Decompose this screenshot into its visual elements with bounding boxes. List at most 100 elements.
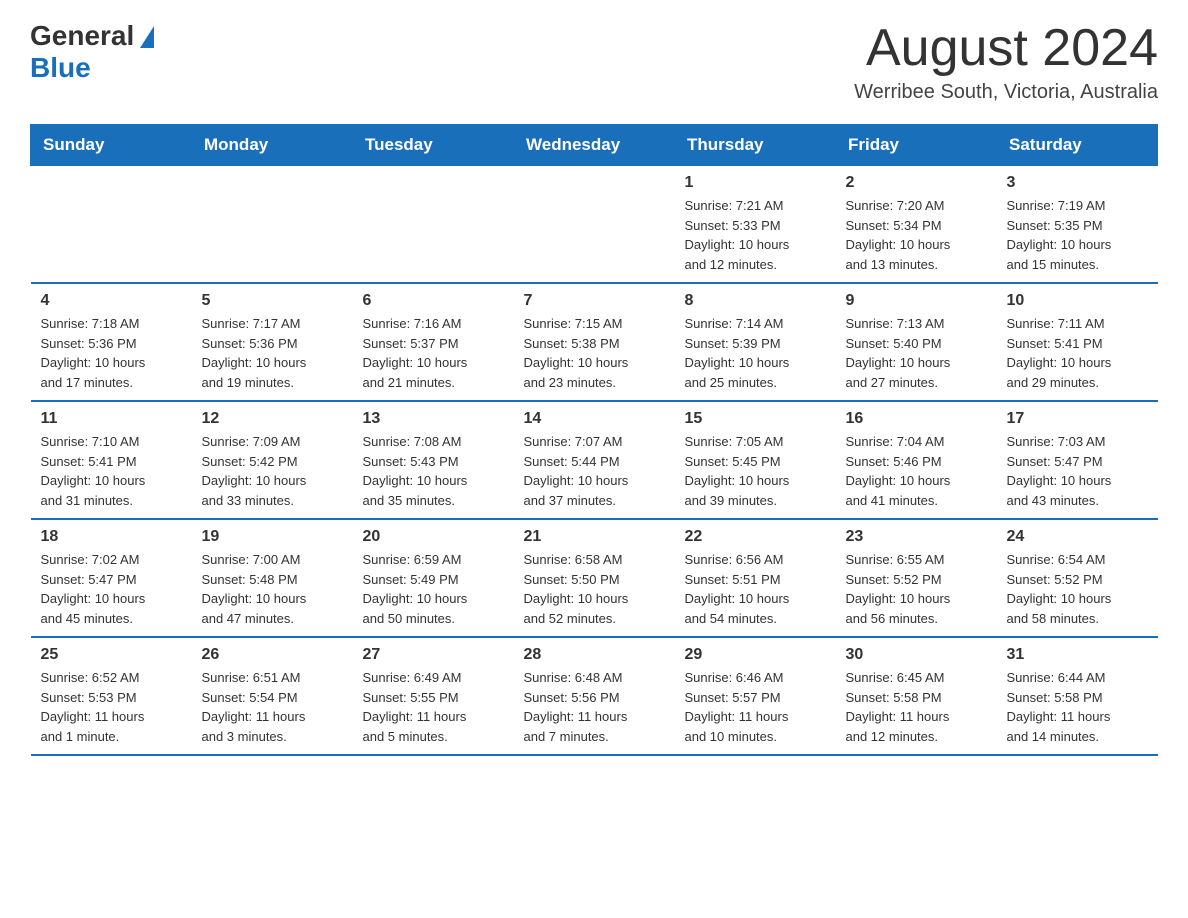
- weekday-header-monday: Monday: [192, 125, 353, 166]
- day-number: 18: [41, 528, 182, 546]
- day-info: Sunrise: 7:17 AM Sunset: 5:36 PM Dayligh…: [202, 314, 343, 392]
- day-info: Sunrise: 6:48 AM Sunset: 5:56 PM Dayligh…: [524, 668, 665, 746]
- calendar-cell: 19 Sunrise: 7:00 AM Sunset: 5:48 PM Dayli…: [192, 519, 353, 637]
- weekday-header-friday: Friday: [836, 125, 997, 166]
- weekday-header-tuesday: Tuesday: [353, 125, 514, 166]
- day-info: Sunrise: 7:15 AM Sunset: 5:38 PM Dayligh…: [524, 314, 665, 392]
- weekday-header-thursday: Thursday: [675, 125, 836, 166]
- calendar-cell: 12Sunrise: 7:09 AM Sunset: 5:42 PM Dayli…: [192, 401, 353, 519]
- month-title: August 2024: [854, 20, 1158, 77]
- day-number: 13: [363, 410, 504, 428]
- calendar-cell: 29 Sunrise: 6:46 AM Sunset: 5:57 PM Dayli…: [675, 637, 836, 755]
- day-info: Sunrise: 6:49 AM Sunset: 5:55 PM Dayligh…: [363, 668, 504, 746]
- logo-general-text: General: [30, 20, 134, 52]
- day-number: 16: [846, 410, 987, 428]
- day-number: 2: [846, 174, 987, 192]
- calendar-cell: 22Sunrise: 6:56 AM Sunset: 5:51 PM Dayli…: [675, 519, 836, 637]
- day-number: 27: [363, 646, 504, 664]
- calendar-cell: 6 Sunrise: 7:16 AM Sunset: 5:37 PM Daylig…: [353, 283, 514, 401]
- calendar-cell: 15Sunrise: 7:05 AM Sunset: 5:45 PM Dayli…: [675, 401, 836, 519]
- day-number: 19: [202, 528, 343, 546]
- calendar-cell: 8 Sunrise: 7:14 AM Sunset: 5:39 PM Daylig…: [675, 283, 836, 401]
- day-number: 14: [524, 410, 665, 428]
- calendar-cell: 4Sunrise: 7:18 AM Sunset: 5:36 PM Daylig…: [31, 283, 192, 401]
- day-info: Sunrise: 7:21 AM Sunset: 5:33 PM Dayligh…: [685, 196, 826, 274]
- calendar-cell: [31, 166, 192, 284]
- calendar-cell: [192, 166, 353, 284]
- calendar-cell: 17 Sunrise: 7:03 AM Sunset: 5:47 PM Dayli…: [997, 401, 1158, 519]
- day-info: Sunrise: 6:55 AM Sunset: 5:52 PM Dayligh…: [846, 550, 987, 628]
- day-info: Sunrise: 7:14 AM Sunset: 5:39 PM Dayligh…: [685, 314, 826, 392]
- day-info: Sunrise: 6:52 AM Sunset: 5:53 PM Dayligh…: [41, 668, 182, 746]
- day-number: 7: [524, 292, 665, 310]
- weekday-header-sunday: Sunday: [31, 125, 192, 166]
- day-number: 8: [685, 292, 826, 310]
- logo: General Blue: [30, 20, 154, 84]
- day-info: Sunrise: 7:10 AM Sunset: 5:41 PM Dayligh…: [41, 432, 182, 510]
- calendar-cell: 26 Sunrise: 6:51 AM Sunset: 5:54 PM Dayli…: [192, 637, 353, 755]
- calendar-cell: 9 Sunrise: 7:13 AM Sunset: 5:40 PM Daylig…: [836, 283, 997, 401]
- day-info: Sunrise: 7:16 AM Sunset: 5:37 PM Dayligh…: [363, 314, 504, 392]
- weekday-header-saturday: Saturday: [997, 125, 1158, 166]
- calendar-body: 1Sunrise: 7:21 AM Sunset: 5:33 PM Daylig…: [31, 166, 1158, 756]
- day-info: Sunrise: 6:58 AM Sunset: 5:50 PM Dayligh…: [524, 550, 665, 628]
- day-info: Sunrise: 7:11 AM Sunset: 5:41 PM Dayligh…: [1007, 314, 1148, 392]
- day-info: Sunrise: 7:20 AM Sunset: 5:34 PM Dayligh…: [846, 196, 987, 274]
- day-number: 20: [363, 528, 504, 546]
- day-number: 29: [685, 646, 826, 664]
- day-number: 10: [1007, 292, 1148, 310]
- day-number: 17: [1007, 410, 1148, 428]
- calendar-week-row: 18 Sunrise: 7:02 AM Sunset: 5:47 PM Dayli…: [31, 519, 1158, 637]
- calendar-cell: 23 Sunrise: 6:55 AM Sunset: 5:52 PM Dayli…: [836, 519, 997, 637]
- calendar-cell: 14 Sunrise: 7:07 AM Sunset: 5:44 PM Dayli…: [514, 401, 675, 519]
- day-number: 21: [524, 528, 665, 546]
- day-number: 24: [1007, 528, 1148, 546]
- calendar-cell: 5 Sunrise: 7:17 AM Sunset: 5:36 PM Daylig…: [192, 283, 353, 401]
- day-info: Sunrise: 7:02 AM Sunset: 5:47 PM Dayligh…: [41, 550, 182, 628]
- day-info: Sunrise: 6:54 AM Sunset: 5:52 PM Dayligh…: [1007, 550, 1148, 628]
- calendar-week-row: 4Sunrise: 7:18 AM Sunset: 5:36 PM Daylig…: [31, 283, 1158, 401]
- calendar-cell: 18 Sunrise: 7:02 AM Sunset: 5:47 PM Dayli…: [31, 519, 192, 637]
- calendar-cell: 11 Sunrise: 7:10 AM Sunset: 5:41 PM Dayli…: [31, 401, 192, 519]
- day-info: Sunrise: 6:59 AM Sunset: 5:49 PM Dayligh…: [363, 550, 504, 628]
- day-number: 30: [846, 646, 987, 664]
- day-number: 26: [202, 646, 343, 664]
- day-number: 9: [846, 292, 987, 310]
- calendar-cell: 7 Sunrise: 7:15 AM Sunset: 5:38 PM Daylig…: [514, 283, 675, 401]
- calendar-cell: 24 Sunrise: 6:54 AM Sunset: 5:52 PM Dayli…: [997, 519, 1158, 637]
- day-info: Sunrise: 7:03 AM Sunset: 5:47 PM Dayligh…: [1007, 432, 1148, 510]
- day-info: Sunrise: 6:46 AM Sunset: 5:57 PM Dayligh…: [685, 668, 826, 746]
- day-number: 28: [524, 646, 665, 664]
- day-info: Sunrise: 7:18 AM Sunset: 5:36 PM Dayligh…: [41, 314, 182, 392]
- calendar-cell: 27 Sunrise: 6:49 AM Sunset: 5:55 PM Dayli…: [353, 637, 514, 755]
- day-info: Sunrise: 7:07 AM Sunset: 5:44 PM Dayligh…: [524, 432, 665, 510]
- calendar-week-row: 25 Sunrise: 6:52 AM Sunset: 5:53 PM Dayli…: [31, 637, 1158, 755]
- day-number: 5: [202, 292, 343, 310]
- calendar-table: SundayMondayTuesdayWednesdayThursdayFrid…: [30, 124, 1158, 756]
- day-number: 12: [202, 410, 343, 428]
- day-number: 25: [41, 646, 182, 664]
- calendar-cell: 25 Sunrise: 6:52 AM Sunset: 5:53 PM Dayli…: [31, 637, 192, 755]
- calendar-cell: 3 Sunrise: 7:19 AM Sunset: 5:35 PM Daylig…: [997, 166, 1158, 284]
- calendar-cell: 1Sunrise: 7:21 AM Sunset: 5:33 PM Daylig…: [675, 166, 836, 284]
- day-info: Sunrise: 7:08 AM Sunset: 5:43 PM Dayligh…: [363, 432, 504, 510]
- day-info: Sunrise: 6:51 AM Sunset: 5:54 PM Dayligh…: [202, 668, 343, 746]
- calendar-week-row: 11 Sunrise: 7:10 AM Sunset: 5:41 PM Dayli…: [31, 401, 1158, 519]
- day-info: Sunrise: 6:44 AM Sunset: 5:58 PM Dayligh…: [1007, 668, 1148, 746]
- day-number: 23: [846, 528, 987, 546]
- calendar-cell: [514, 166, 675, 284]
- calendar-cell: 28 Sunrise: 6:48 AM Sunset: 5:56 PM Dayli…: [514, 637, 675, 755]
- day-number: 31: [1007, 646, 1148, 664]
- day-number: 11: [41, 410, 182, 428]
- day-info: Sunrise: 7:13 AM Sunset: 5:40 PM Dayligh…: [846, 314, 987, 392]
- day-info: Sunrise: 7:00 AM Sunset: 5:48 PM Dayligh…: [202, 550, 343, 628]
- calendar-cell: 2 Sunrise: 7:20 AM Sunset: 5:34 PM Daylig…: [836, 166, 997, 284]
- weekday-header-row: SundayMondayTuesdayWednesdayThursdayFrid…: [31, 125, 1158, 166]
- calendar-cell: 16Sunrise: 7:04 AM Sunset: 5:46 PM Dayli…: [836, 401, 997, 519]
- calendar-cell: 30Sunrise: 6:45 AM Sunset: 5:58 PM Dayli…: [836, 637, 997, 755]
- day-info: Sunrise: 7:19 AM Sunset: 5:35 PM Dayligh…: [1007, 196, 1148, 274]
- logo-triangle-icon: [140, 26, 154, 48]
- day-number: 6: [363, 292, 504, 310]
- calendar-week-row: 1Sunrise: 7:21 AM Sunset: 5:33 PM Daylig…: [31, 166, 1158, 284]
- day-number: 3: [1007, 174, 1148, 192]
